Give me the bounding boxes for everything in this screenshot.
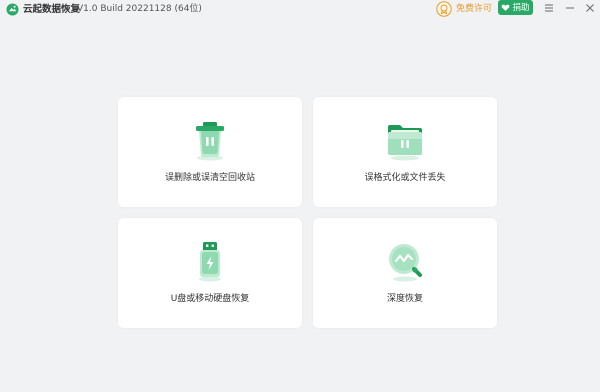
card-label: 误格式化或文件丢失 xyxy=(364,173,446,183)
usb-drive-icon xyxy=(199,242,221,282)
card-label: U盘或移动硬盘恢复 xyxy=(170,294,250,304)
donate-button[interactable]: 捐助 xyxy=(498,0,533,15)
recover-usb-drive-card[interactable]: U盘或移动硬盘恢复 xyxy=(118,218,302,328)
recover-recycle-bin-card[interactable]: 误删除或误清空回收站 xyxy=(118,97,302,207)
recycle-bin-icon xyxy=(196,122,224,161)
heart-icon xyxy=(502,4,510,11)
card-label: 深度恢复 xyxy=(386,294,423,304)
free-license-link[interactable]: 免费许可 xyxy=(456,3,492,16)
card-label: 误删除或误清空回收站 xyxy=(164,173,255,183)
app-version: V1.0 Build 20221128 (64位) xyxy=(77,4,202,14)
recover-formatted-files-card[interactable]: 误格式化或文件丢失 xyxy=(313,97,497,207)
app-title: 云起数据恢复 xyxy=(23,4,81,15)
folder-icon xyxy=(388,125,422,161)
deep-recovery-card[interactable]: 深度恢复 xyxy=(313,218,497,328)
minimize-icon[interactable] xyxy=(563,1,577,15)
app-logo-icon xyxy=(6,3,19,16)
deep-scan-icon xyxy=(389,244,422,282)
donate-label: 捐助 xyxy=(512,2,530,13)
close-icon[interactable] xyxy=(583,1,597,15)
title-bar: 云起数据恢复 V1.0 Build 20221128 (64位) 免费许可 捐助 xyxy=(0,0,600,20)
license-medal-icon xyxy=(436,1,452,17)
menu-icon[interactable] xyxy=(542,1,556,15)
